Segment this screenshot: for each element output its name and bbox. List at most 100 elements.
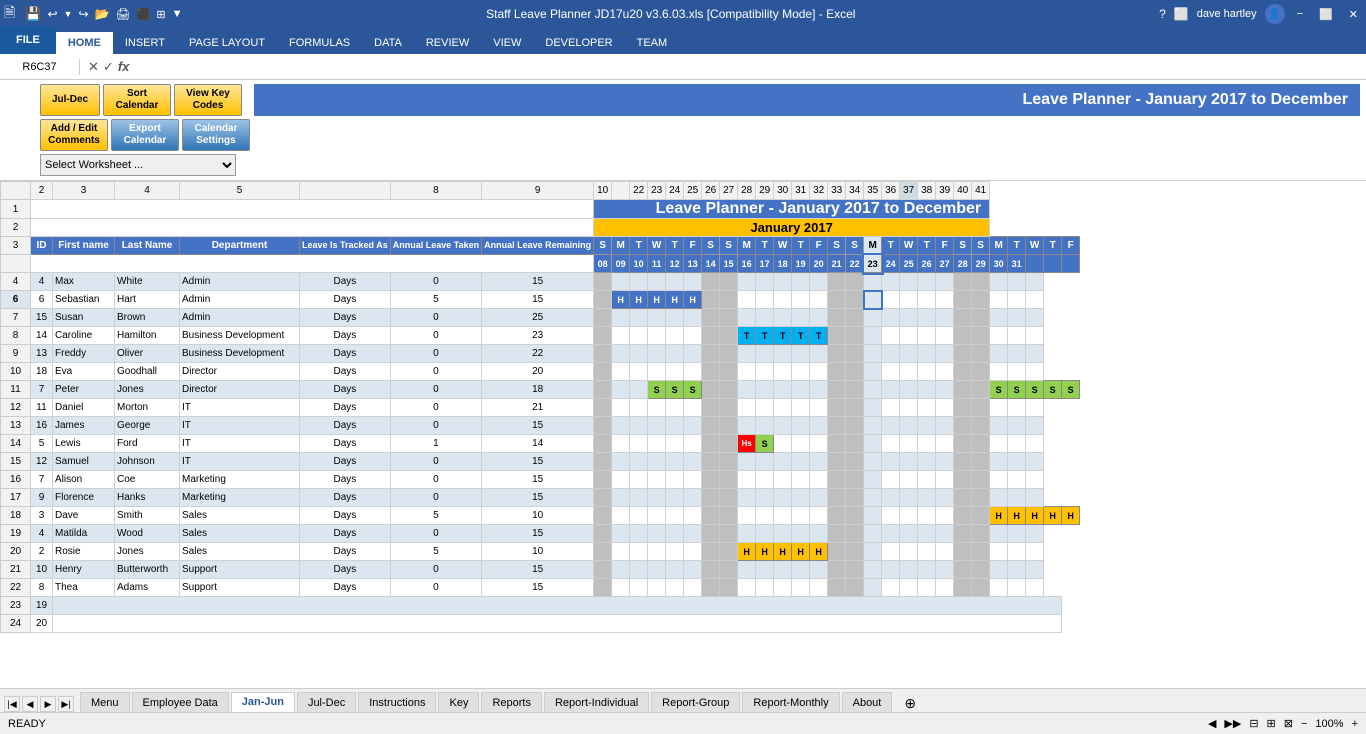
undo-dropdown-icon[interactable]: ▼ <box>64 9 73 19</box>
next-sheet-btn[interactable]: ▶ <box>40 696 56 712</box>
col-9[interactable]: 9 <box>482 182 594 200</box>
tab-developer[interactable]: DEVELOPER <box>533 32 624 54</box>
prev-sheet-btn[interactable]: ◀ <box>22 696 38 712</box>
cell-dept[interactable]: Admin <box>180 273 300 291</box>
cell-taken[interactable]: 5 <box>390 291 481 309</box>
tab-data[interactable]: DATA <box>362 32 414 54</box>
tab-report-monthly[interactable]: Report-Monthly <box>742 692 839 712</box>
add-edit-comments-button[interactable]: Add / Edit Comments <box>40 119 108 151</box>
col-34[interactable]: 34 <box>846 182 864 200</box>
tab-report-individual[interactable]: Report-Individual <box>544 692 649 712</box>
tab-insert[interactable]: INSERT <box>113 32 177 54</box>
tab-formulas[interactable]: FORMULAS <box>277 32 362 54</box>
tab-team[interactable]: TEAM <box>625 32 680 54</box>
tab-reports[interactable]: Reports <box>481 692 542 712</box>
col-40[interactable]: 40 <box>954 182 972 200</box>
cell-id[interactable]: 4 <box>31 273 53 291</box>
cell-track[interactable]: Days <box>300 273 391 291</box>
restore-btn[interactable]: ⬜ <box>1315 8 1337 21</box>
col-41[interactable]: 41 <box>972 182 990 200</box>
scroll-left-btn[interactable]: ◀ <box>1208 717 1216 730</box>
redo-icon[interactable]: ↪ <box>78 7 88 21</box>
tab-home[interactable]: HOME <box>56 32 113 54</box>
page-layout-btn[interactable]: ⊟ <box>1249 717 1258 730</box>
confirm-formula-icon[interactable]: ✓ <box>103 59 114 75</box>
export-calendar-button[interactable]: Export Calendar <box>111 119 179 151</box>
cell-reference[interactable]: R6C37 <box>0 59 80 75</box>
cell-H[interactable]: H <box>612 291 630 309</box>
col-39[interactable]: 39 <box>936 182 954 200</box>
col-2[interactable]: 2 <box>31 182 53 200</box>
print-icon[interactable]: 🖨 <box>115 7 130 21</box>
cell-first[interactable]: Max <box>53 273 115 291</box>
fullscreen-icon[interactable]: ⊞ <box>156 8 165 21</box>
col-11[interactable] <box>612 182 630 200</box>
col-29[interactable]: 29 <box>756 182 774 200</box>
cell-first[interactable]: Sebastian <box>53 291 115 309</box>
col-35[interactable]: 35 <box>864 182 882 200</box>
view-key-codes-button[interactable]: View Key Codes <box>174 84 242 116</box>
insert-function-icon[interactable]: fx <box>118 59 130 74</box>
calendar-settings-button[interactable]: Calendar Settings <box>182 119 250 151</box>
normal-view-btn[interactable]: ⊠ <box>1284 717 1293 730</box>
col-37[interactable]: 37 <box>900 182 918 200</box>
cell-dept[interactable]: Admin <box>180 291 300 309</box>
tab-menu[interactable]: Menu <box>80 692 130 712</box>
col-22[interactable]: 22 <box>630 182 648 200</box>
last-sheet-btn[interactable]: ▶| <box>58 696 74 712</box>
col-10[interactable]: 10 <box>594 182 612 200</box>
cell-remain[interactable]: 15 <box>482 291 594 309</box>
col-31[interactable]: 31 <box>792 182 810 200</box>
tab-key[interactable]: Key <box>438 692 479 712</box>
first-sheet-btn[interactable]: |◀ <box>4 696 20 712</box>
col-27[interactable]: 27 <box>720 182 738 200</box>
tab-report-group[interactable]: Report-Group <box>651 692 740 712</box>
close-btn[interactable]: ✕ <box>1345 8 1362 21</box>
tab-jan-jun[interactable]: Jan-Jun <box>231 692 295 712</box>
tab-instructions[interactable]: Instructions <box>358 692 436 712</box>
cell-remain[interactable]: 15 <box>482 273 594 291</box>
cancel-formula-icon[interactable]: ✕ <box>88 59 99 75</box>
help-icon[interactable]: ? <box>1159 7 1166 21</box>
tab-jul-dec[interactable]: Jul-Dec <box>297 692 356 712</box>
page-break-btn[interactable]: ⊞ <box>1267 717 1276 730</box>
cell-H[interactable]: H <box>630 291 648 309</box>
open-icon[interactable]: 📂 <box>95 7 110 21</box>
cell-track[interactable]: Days <box>300 291 391 309</box>
worksheet-select[interactable]: Select Worksheet ... <box>40 154 236 176</box>
col-36[interactable]: 36 <box>882 182 900 200</box>
save-icon[interactable]: 💾 <box>25 6 41 22</box>
cell-taken[interactable]: 0 <box>390 273 481 291</box>
cell-id[interactable]: 6 <box>31 291 53 309</box>
tab-page-layout[interactable]: PAGE LAYOUT <box>177 32 277 54</box>
selected-cell[interactable] <box>864 291 882 309</box>
add-sheet-btn[interactable]: ⊕ <box>898 695 922 712</box>
sort-calendar-button[interactable]: Sort Calendar <box>103 84 171 116</box>
minimize-btn[interactable]: − <box>1293 8 1307 20</box>
cell-H[interactable]: H <box>684 291 702 309</box>
undo-icon[interactable]: ↩ <box>47 7 57 21</box>
tab-about[interactable]: About <box>842 692 893 712</box>
col-32[interactable]: 32 <box>810 182 828 200</box>
formula-input[interactable] <box>137 65 1366 69</box>
jul-dec-button[interactable]: Jul-Dec <box>40 84 100 116</box>
scroll-right-btn[interactable]: ▶▶ <box>1224 717 1241 730</box>
col-33[interactable]: 33 <box>828 182 846 200</box>
ribbon-collapse-icon[interactable]: ⬜ <box>1174 7 1189 21</box>
file-tab[interactable]: FILE <box>0 26 56 54</box>
cell-H[interactable]: H <box>666 291 684 309</box>
col-25[interactable]: 25 <box>684 182 702 200</box>
cell-last[interactable]: Hart <box>115 291 180 309</box>
tab-review[interactable]: REVIEW <box>414 32 481 54</box>
tab-view[interactable]: VIEW <box>481 32 533 54</box>
print-preview-icon[interactable]: ⬛ <box>137 8 151 21</box>
col-8[interactable]: 8 <box>390 182 481 200</box>
cell-H[interactable]: H <box>648 291 666 309</box>
col-blank[interactable] <box>300 182 391 200</box>
col-26[interactable]: 26 <box>702 182 720 200</box>
col-4[interactable]: 4 <box>115 182 180 200</box>
col-28[interactable]: 28 <box>738 182 756 200</box>
col-5[interactable]: 5 <box>180 182 300 200</box>
col-24[interactable]: 24 <box>666 182 684 200</box>
col-23[interactable]: 23 <box>648 182 666 200</box>
